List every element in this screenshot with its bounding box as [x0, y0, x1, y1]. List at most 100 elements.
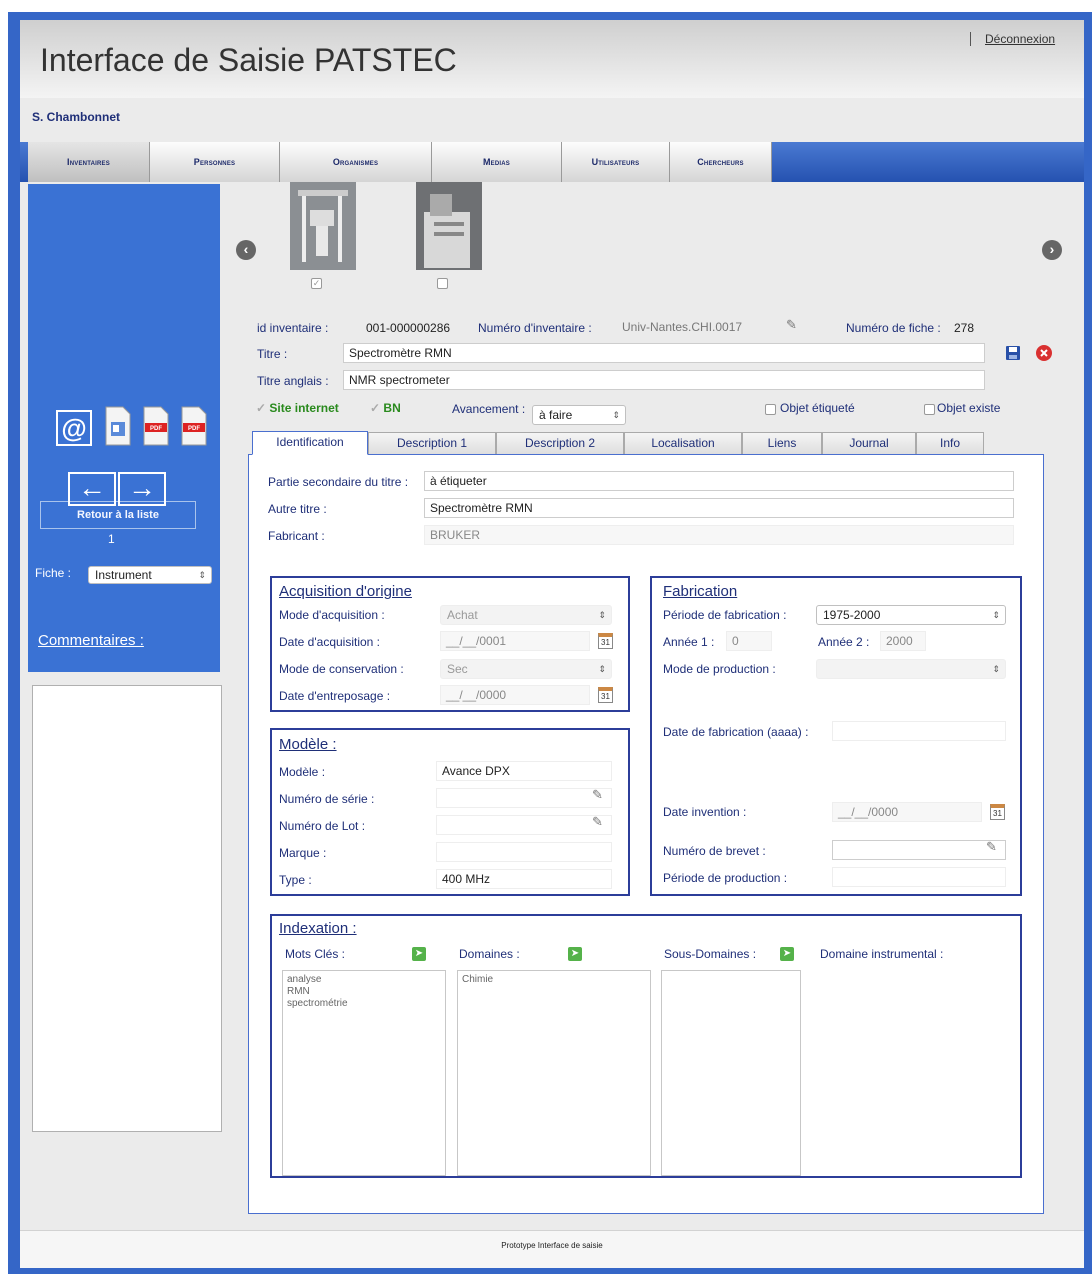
- footer: Prototype Interface de saisie: [20, 1230, 1084, 1268]
- date-acquisition-input[interactable]: __/__/0001: [440, 631, 590, 651]
- numero-fiche-label: Numéro de fiche :: [846, 321, 941, 335]
- next-record-button[interactable]: →: [118, 472, 166, 506]
- date-entreposage-input[interactable]: __/__/0000: [440, 685, 590, 705]
- tab-liens[interactable]: Liens: [742, 432, 822, 454]
- objet-etiquete-checkbox[interactable]: [765, 404, 776, 415]
- comments-textarea[interactable]: [32, 685, 222, 1132]
- nav-tab-inventaires[interactable]: Inventaires: [28, 142, 150, 182]
- numero-brevet-input[interactable]: [832, 840, 1006, 860]
- edit-inventaire-icon[interactable]: ✎: [786, 317, 797, 333]
- mot-cle-item: RMN: [287, 986, 310, 997]
- svg-text:PDF: PDF: [150, 426, 162, 432]
- svg-text:PDF: PDF: [188, 426, 200, 432]
- domaines-label: Domaines :: [459, 947, 520, 961]
- domaines-list[interactable]: Chimie: [457, 970, 651, 1176]
- media-2-checkbox[interactable]: [437, 278, 448, 289]
- email-icon[interactable]: @: [56, 410, 92, 446]
- periode-production-input[interactable]: [832, 867, 1006, 887]
- app-page: Interface de Saisie PATSTEC Déconnexion …: [20, 20, 1084, 1268]
- add-mots-cles-icon[interactable]: ➤: [412, 947, 426, 961]
- annee-1-input[interactable]: 0: [726, 631, 772, 651]
- carousel-prev-icon[interactable]: ‹: [236, 240, 256, 260]
- close-icon[interactable]: [1036, 345, 1052, 361]
- objet-existe-checkbox[interactable]: [924, 404, 935, 415]
- avancement-select[interactable]: à faire ⇕: [532, 405, 626, 425]
- media-thumbnail-1[interactable]: [290, 182, 356, 270]
- fabrication-title: Fabrication: [663, 583, 738, 600]
- nav-tab-utilisateurs[interactable]: Utilisateurs: [562, 142, 670, 182]
- media-1-checkbox[interactable]: ✓: [311, 278, 322, 289]
- edit-serie-icon[interactable]: ✎: [592, 787, 603, 803]
- calendar-icon[interactable]: 31: [990, 804, 1005, 820]
- mots-cles-label: Mots Clés :: [285, 947, 346, 961]
- nav-tab-medias[interactable]: Medias: [432, 142, 562, 182]
- numero-serie-label: Numéro de série :: [279, 792, 375, 806]
- header: Interface de Saisie PATSTEC Déconnexion: [20, 20, 1084, 98]
- periode-production-label: Période de production :: [663, 871, 788, 885]
- nav-tab-personnes[interactable]: Personnes: [150, 142, 280, 182]
- partie-secondaire-input[interactable]: à étiqueter: [424, 471, 1014, 491]
- calendar-icon[interactable]: 31: [598, 687, 613, 703]
- tab-localisation[interactable]: Localisation: [624, 432, 742, 454]
- date-invention-input[interactable]: __/__/0000: [832, 802, 982, 822]
- logout-link[interactable]: Déconnexion: [970, 32, 1055, 46]
- periode-fabrication-value: 1975-2000: [823, 608, 881, 622]
- tab-identification[interactable]: Identification: [252, 431, 368, 455]
- pdf-export-icon[interactable]: PDF: [180, 406, 208, 446]
- select-arrow-icon: ⇕: [198, 570, 206, 580]
- periode-fabrication-label: Période de fabrication :: [663, 608, 787, 622]
- sous-domaines-list[interactable]: [661, 970, 801, 1176]
- user-name: S. Chambonnet: [32, 110, 121, 124]
- word-doc-icon[interactable]: [104, 406, 132, 446]
- fiche-select[interactable]: Instrument ⇕: [88, 566, 212, 584]
- fiche-label: Fiche :: [35, 566, 72, 580]
- save-icon[interactable]: [1006, 346, 1020, 360]
- site-internet-checkbox[interactable]: ✓ Site internet: [256, 401, 339, 415]
- type-input[interactable]: 400 MHz: [436, 869, 612, 889]
- edit-lot-icon[interactable]: ✎: [592, 814, 603, 830]
- mots-cles-list[interactable]: analyse RMN spectrométrie: [282, 970, 446, 1176]
- mode-production-label: Mode de production :: [663, 662, 776, 676]
- numero-serie-input[interactable]: [436, 788, 612, 808]
- modele-input[interactable]: Avance DPX: [436, 761, 612, 781]
- domaine-item: Chimie: [462, 974, 494, 985]
- annee-2-input[interactable]: 2000: [880, 631, 926, 651]
- svg-text:@: @: [61, 413, 86, 443]
- date-invention-label: Date invention :: [663, 805, 747, 819]
- nav-tab-chercheurs[interactable]: Chercheurs: [670, 142, 772, 182]
- calendar-icon[interactable]: 31: [598, 633, 613, 649]
- media-thumbnail-2[interactable]: [416, 182, 482, 270]
- periode-fabrication-select[interactable]: 1975-2000 ⇕: [816, 605, 1006, 625]
- select-arrow-icon: ⇕: [598, 610, 606, 620]
- comments-link[interactable]: Commentaires :: [38, 632, 144, 649]
- select-arrow-icon: ⇕: [598, 664, 606, 674]
- mode-conservation-select[interactable]: Sec ⇕: [440, 659, 612, 679]
- date-fabrication-input[interactable]: [832, 721, 1006, 741]
- add-domaines-icon[interactable]: ➤: [568, 947, 582, 961]
- carousel-next-icon[interactable]: ›: [1042, 240, 1062, 260]
- marque-input[interactable]: [436, 842, 612, 862]
- bn-checkbox[interactable]: ✓ BN: [370, 401, 401, 415]
- titre-input[interactable]: Spectromètre RMN: [343, 343, 985, 363]
- mode-production-select[interactable]: ⇕: [816, 659, 1006, 679]
- objet-existe-label: Objet existe: [937, 401, 1001, 415]
- tab-journal[interactable]: Journal: [822, 432, 916, 454]
- prev-record-button[interactable]: ←: [68, 472, 116, 506]
- tab-description-2[interactable]: Description 2: [496, 432, 624, 454]
- edit-brevet-icon[interactable]: ✎: [986, 839, 997, 855]
- numero-brevet-label: Numéro de brevet :: [663, 844, 766, 858]
- titre-anglais-input[interactable]: NMR spectrometer: [343, 370, 985, 390]
- numero-inventaire-value[interactable]: Univ-Nantes.CHI.0017: [622, 320, 742, 334]
- numero-lot-label: Numéro de Lot :: [279, 819, 366, 833]
- type-label: Type :: [279, 873, 312, 887]
- tab-info[interactable]: Info: [916, 432, 984, 454]
- add-sous-domaines-icon[interactable]: ➤: [780, 947, 794, 961]
- mode-acquisition-select[interactable]: Achat ⇕: [440, 605, 612, 625]
- numero-lot-input[interactable]: [436, 815, 612, 835]
- tab-description-1[interactable]: Description 1: [368, 432, 496, 454]
- pdf-icon[interactable]: PDF: [142, 406, 170, 446]
- autre-titre-input[interactable]: Spectromètre RMN: [424, 498, 1014, 518]
- nav-tab-organismes[interactable]: Organismes: [280, 142, 432, 182]
- mot-cle-item: spectrométrie: [287, 998, 348, 1009]
- fabricant-input[interactable]: BRUKER: [424, 525, 1014, 545]
